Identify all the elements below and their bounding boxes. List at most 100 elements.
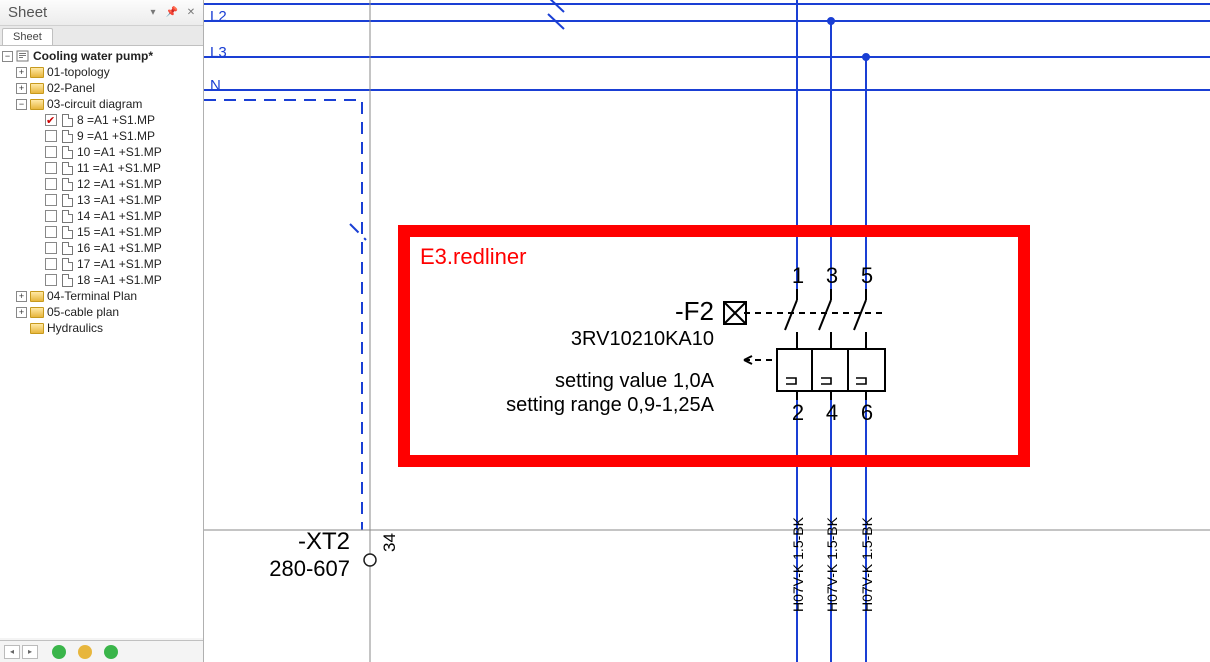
dropdown-icon[interactable]: ▾ <box>145 5 161 21</box>
pin-bot-2: 4 <box>822 400 842 426</box>
tree-folder-topology[interactable]: + 01-topology <box>16 64 203 80</box>
pin-top-2: 3 <box>822 263 842 289</box>
sheet-checkbox[interactable] <box>45 146 57 158</box>
page-icon <box>60 258 74 271</box>
tree-sheet[interactable]: 10 =A1 +S1.MP <box>30 144 203 160</box>
component-part: 3RV10210KA10 <box>571 328 714 351</box>
page-icon <box>60 130 74 143</box>
sheet-checkbox[interactable] <box>45 258 57 270</box>
tree-root[interactable]: − Cooling water pump* <box>2 48 203 64</box>
component-setting-value: setting value 1,0A <box>555 370 714 393</box>
sheet-label: 10 =A1 +S1.MP <box>77 144 162 160</box>
panel-title: Sheet <box>8 4 142 21</box>
sheet-checkbox[interactable] <box>45 162 57 174</box>
folder-icon <box>30 323 44 334</box>
status-dot-yellow <box>78 645 92 659</box>
status-dot-green <box>52 645 66 659</box>
tree-folder-cable[interactable]: + 05-cable plan <box>16 304 203 320</box>
sheet-label: 16 =A1 +S1.MP <box>77 240 162 256</box>
page-icon <box>60 178 74 191</box>
sheet-label: 18 =A1 +S1.MP <box>77 272 162 288</box>
sheet-checkbox[interactable] <box>45 226 57 238</box>
wire-label-2: H07V-K 1.5-BK <box>824 517 840 612</box>
nav-next-icon[interactable]: ▸ <box>22 645 38 659</box>
folder-icon <box>30 99 44 110</box>
wire-label-1: H07V-K 1.5-BK <box>790 517 806 612</box>
pin-bot-1: 2 <box>788 400 808 426</box>
page-icon <box>60 194 74 207</box>
close-icon[interactable]: ✕ <box>183 5 199 21</box>
sheet-label: 12 =A1 +S1.MP <box>77 176 162 192</box>
pin-top-3: 5 <box>857 263 877 289</box>
terminal-type: 280-607 <box>269 556 350 582</box>
tree-sheet[interactable]: 13 =A1 +S1.MP <box>30 192 203 208</box>
page-icon <box>60 226 74 239</box>
tree-root-label: Cooling water pump* <box>33 48 153 64</box>
folder-icon <box>30 83 44 94</box>
collapse-icon[interactable]: − <box>2 51 13 62</box>
tab-strip: Sheet <box>0 26 203 46</box>
redliner-label: E3.redliner <box>420 244 526 270</box>
tree-sheet[interactable]: 8 =A1 +S1.MP <box>30 112 203 128</box>
sheet-label: 17 =A1 +S1.MP <box>77 256 162 272</box>
page-icon <box>60 114 74 127</box>
expand-icon[interactable]: + <box>16 307 27 318</box>
expand-icon[interactable]: + <box>16 67 27 78</box>
sheet-checkbox[interactable] <box>45 210 57 222</box>
folder-icon <box>30 67 44 78</box>
page-icon <box>60 146 74 159</box>
bottom-toolbar: ◂ ▸ <box>0 640 203 662</box>
tree-folder-panel[interactable]: + 02-Panel <box>16 80 203 96</box>
tree-sheet[interactable]: 12 =A1 +S1.MP <box>30 176 203 192</box>
folder-icon <box>30 291 44 302</box>
tree-sheet[interactable]: 18 =A1 +S1.MP <box>30 272 203 288</box>
expand-icon[interactable]: + <box>16 83 27 94</box>
expand-icon[interactable]: + <box>16 291 27 302</box>
sheet-label: 8 =A1 +S1.MP <box>77 112 155 128</box>
sheet-label: 11 =A1 +S1.MP <box>77 160 161 176</box>
tree-sheet[interactable]: 16 =A1 +S1.MP <box>30 240 203 256</box>
tree-sheet[interactable]: 15 =A1 +S1.MP <box>30 224 203 240</box>
terminal-ref: -XT2 <box>298 528 350 556</box>
sheet-label: 9 =A1 +S1.MP <box>77 128 155 144</box>
panel-header: Sheet ▾ 📌 ✕ <box>0 0 203 26</box>
drawing-canvas[interactable]: L2 L3 N E3.redliner 1 3 5 2 4 6 -F2 3RV1… <box>204 0 1210 662</box>
tree-folder-terminal[interactable]: + 04-Terminal Plan <box>16 288 203 304</box>
nav-prev-icon[interactable]: ◂ <box>4 645 20 659</box>
wire-label-3: H07V-K 1.5-BK <box>859 517 875 612</box>
pin-top-1: 1 <box>788 263 808 289</box>
collapse-icon[interactable]: − <box>16 99 27 110</box>
sheet-label: 14 =A1 +S1.MP <box>77 208 162 224</box>
sheet-checkbox[interactable] <box>45 114 57 126</box>
component-ref: -F2 <box>675 296 714 327</box>
bus-label-n: N <box>210 77 221 94</box>
sheet-label: 15 =A1 +S1.MP <box>77 224 162 240</box>
tree-sheet[interactable]: 11 =A1 +S1.MP <box>30 160 203 176</box>
tree-sheet[interactable]: 14 =A1 +S1.MP <box>30 208 203 224</box>
sheet-checkbox[interactable] <box>45 242 57 254</box>
folder-icon <box>30 307 44 318</box>
bus-label-l2: L2 <box>210 8 227 25</box>
page-icon <box>60 162 74 175</box>
status-dot-green-2 <box>104 645 118 659</box>
tree-sheet[interactable]: 9 =A1 +S1.MP <box>30 128 203 144</box>
page-icon <box>60 210 74 223</box>
pin-icon[interactable]: 📌 <box>164 5 180 21</box>
terminal-num: 34 <box>380 533 400 552</box>
bus-label-l3: L3 <box>210 44 227 61</box>
component-setting-range: setting range 0,9-1,25A <box>506 394 714 417</box>
tree-folder-circuit[interactable]: − 03-circuit diagram <box>16 96 203 112</box>
sheet-checkbox[interactable] <box>45 130 57 142</box>
sheet-checkbox[interactable] <box>45 274 57 286</box>
tree-sheet[interactable]: 17 =A1 +S1.MP <box>30 256 203 272</box>
sheet-tree[interactable]: − Cooling water pump* + 01-topology + <box>0 46 203 638</box>
sheet-panel: Sheet ▾ 📌 ✕ Sheet − Cooling water pump* … <box>0 0 204 662</box>
project-icon <box>16 49 30 63</box>
sheet-checkbox[interactable] <box>45 178 57 190</box>
pin-bot-3: 6 <box>857 400 877 426</box>
sheet-checkbox[interactable] <box>45 194 57 206</box>
tree-folder-hydraulics[interactable]: Hydraulics <box>16 320 203 336</box>
page-icon <box>60 274 74 287</box>
page-icon <box>60 242 74 255</box>
tab-sheet[interactable]: Sheet <box>2 28 53 45</box>
